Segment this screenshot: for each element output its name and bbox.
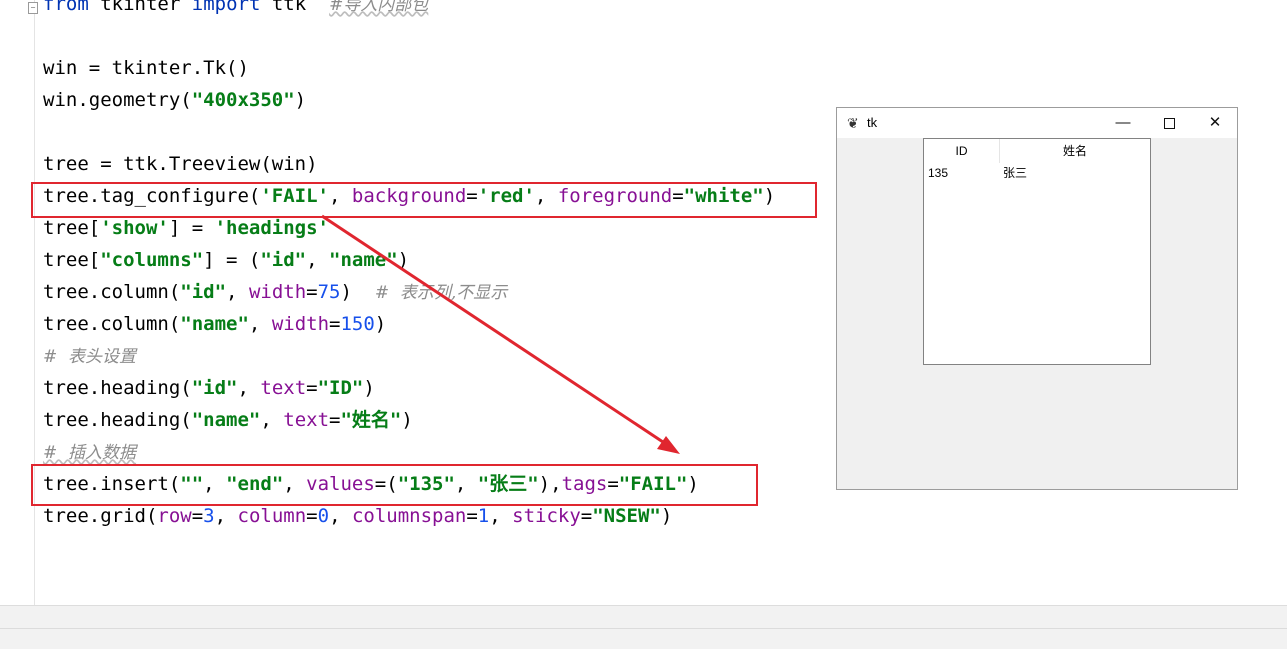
window-titlebar[interactable]: ❦ tk — ✕ xyxy=(837,108,1237,138)
minimize-button[interactable]: — xyxy=(1100,108,1146,138)
treeview[interactable]: ID 姓名 135 张三 xyxy=(923,138,1151,365)
square-icon xyxy=(1163,117,1175,129)
table-row[interactable]: 135 张三 xyxy=(924,163,1150,183)
cell-name: 张三 xyxy=(1003,166,1028,180)
column-heading-id[interactable]: ID xyxy=(924,139,1000,163)
feather-icon: ❦ xyxy=(847,115,859,131)
status-divider xyxy=(0,628,1287,629)
status-bar xyxy=(0,605,1287,649)
column-heading-name[interactable]: 姓名 xyxy=(1000,139,1150,163)
window-title: tk xyxy=(867,115,878,130)
close-button[interactable]: ✕ xyxy=(1192,108,1238,138)
cell-id: 135 xyxy=(928,166,949,180)
tk-window[interactable]: ❦ tk — ✕ ID 姓名 135 张三 xyxy=(836,107,1238,490)
maximize-button[interactable] xyxy=(1146,108,1192,138)
treeview-header: ID 姓名 xyxy=(924,139,1150,163)
